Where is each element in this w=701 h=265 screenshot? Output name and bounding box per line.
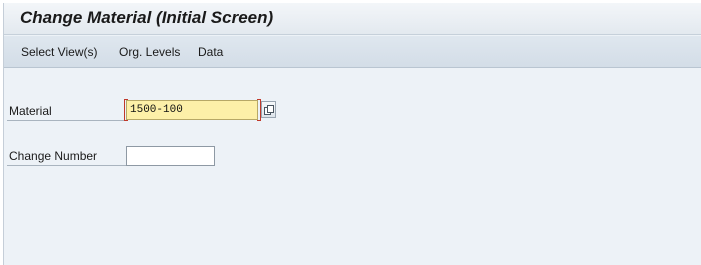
material-input[interactable]: 1500-100 — [126, 100, 258, 120]
value-help-button[interactable] — [261, 101, 276, 118]
material-label: Material — [9, 104, 52, 118]
menu-bar: Select View(s) Org. Levels Data — [4, 36, 701, 68]
menu-item-select-views[interactable]: Select View(s) — [21, 45, 97, 59]
menu-item-data[interactable]: Data — [198, 45, 223, 59]
change-number-label: Change Number — [9, 149, 98, 163]
value-help-icon — [264, 105, 274, 115]
change-number-input[interactable] — [126, 146, 215, 166]
change-number-label-underline — [7, 165, 127, 166]
material-label-underline — [7, 120, 127, 121]
page-title: Change Material (Initial Screen) — [20, 8, 274, 27]
menu-item-org-levels[interactable]: Org. Levels — [119, 45, 180, 59]
title-bar: Change Material (Initial Screen) — [4, 3, 701, 35]
form-area: Material 1500-100 Change Number — [4, 69, 701, 265]
sap-window: Change Material (Initial Screen) Select … — [3, 3, 701, 265]
